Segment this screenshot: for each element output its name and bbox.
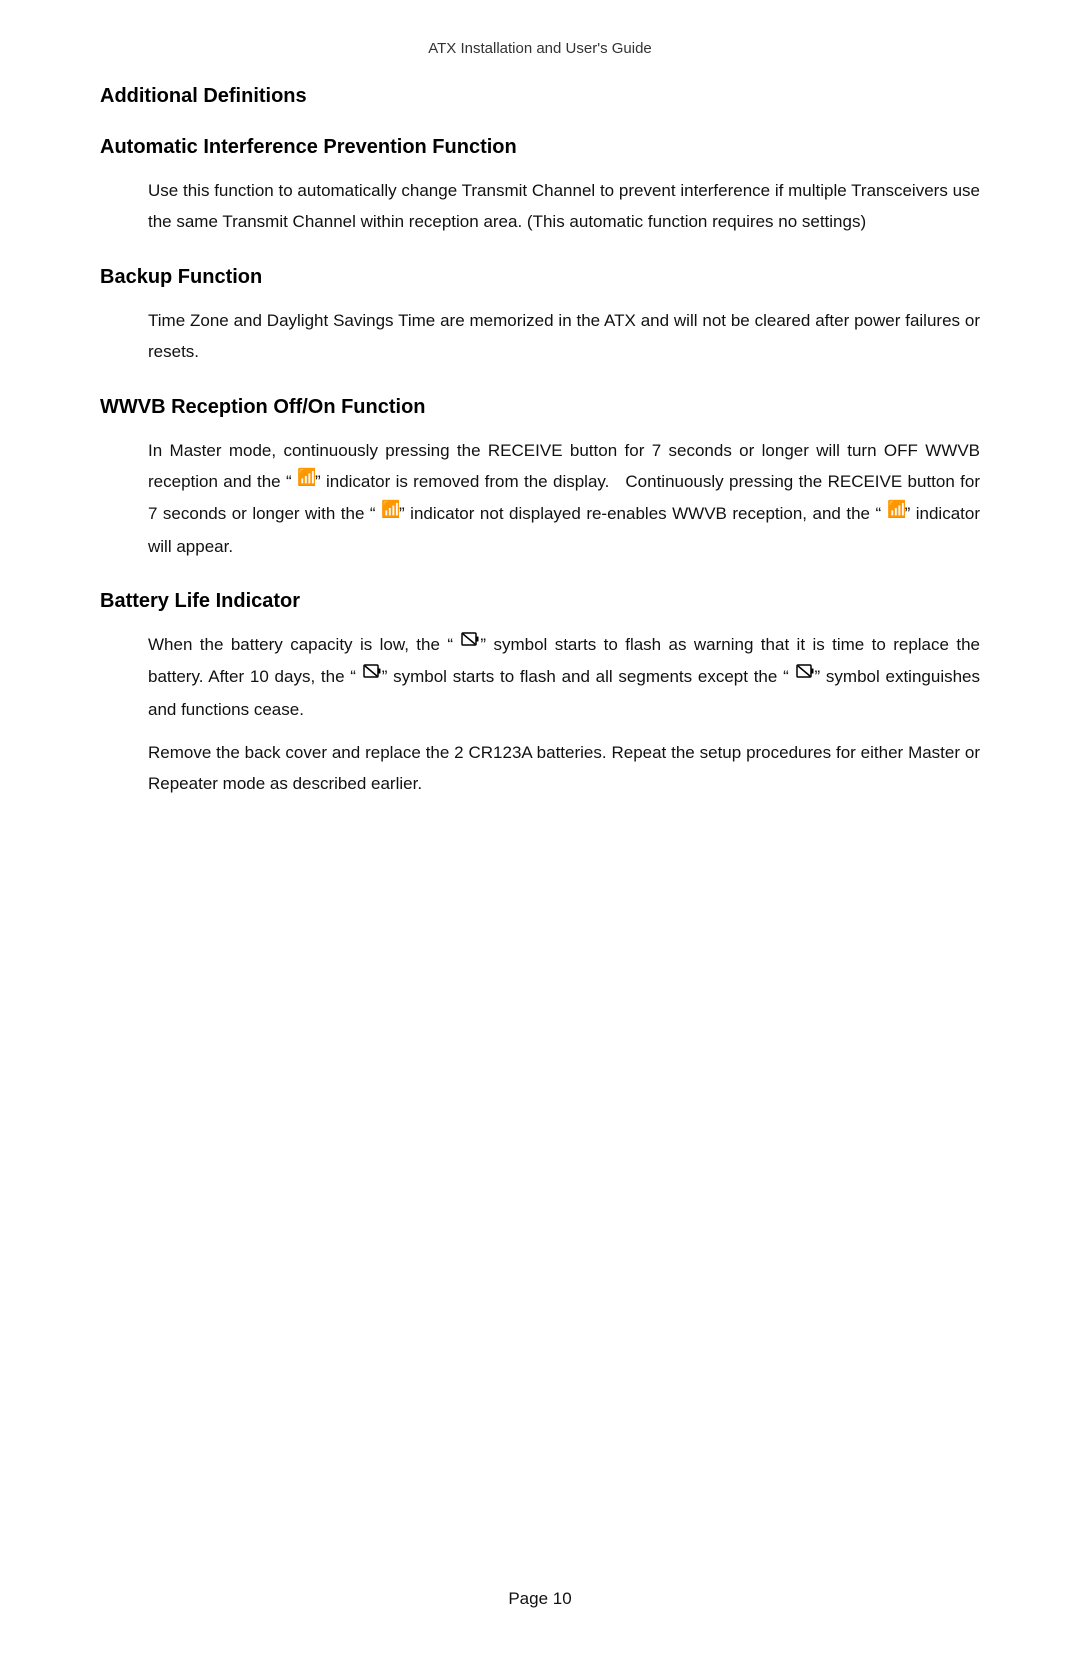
- section-battery-life: Battery Life Indicator When the battery …: [100, 590, 980, 800]
- section-backup-function: Backup Function Time Zone and Daylight S…: [100, 266, 980, 368]
- heading-battery-life: Battery Life Indicator: [100, 590, 980, 613]
- section-wwvb: WWVB Reception Off/On Function In Master…: [100, 396, 980, 562]
- heading-backup-function: Backup Function: [100, 266, 980, 289]
- svg-text:📶: 📶: [297, 467, 315, 486]
- section-additional-definitions: Additional Definitions: [100, 85, 980, 108]
- page-footer: Page 10: [0, 1589, 1080, 1609]
- battery-icon-3: [795, 660, 815, 691]
- body-battery-life-1: When the battery capacity is low, the “ …: [148, 629, 980, 725]
- svg-text:📶: 📶: [887, 499, 905, 518]
- signal-icon-2: 📶: [381, 497, 399, 528]
- page-header: ATX Installation and User's Guide: [100, 40, 980, 57]
- svg-text:📶: 📶: [381, 499, 399, 518]
- header-title: ATX Installation and User's Guide: [428, 40, 652, 57]
- heading-wwvb: WWVB Reception Off/On Function: [100, 396, 980, 419]
- body-backup-function: Time Zone and Daylight Savings Time are …: [148, 305, 980, 368]
- battery-icon-2: [362, 660, 382, 691]
- signal-icon-1: 📶: [297, 465, 315, 496]
- body-wwvb: In Master mode, continuously pressing th…: [148, 435, 980, 562]
- body-battery-life-2: Remove the back cover and replace the 2 …: [148, 737, 980, 800]
- heading-additional-definitions: Additional Definitions: [100, 85, 980, 108]
- page-number: Page 10: [508, 1589, 571, 1608]
- page-container: ATX Installation and User's Guide Additi…: [0, 0, 1080, 1669]
- signal-icon-3: 📶: [887, 497, 905, 528]
- heading-auto-interference: Automatic Interference Prevention Functi…: [100, 136, 980, 159]
- battery-icon-1: [460, 628, 480, 659]
- body-auto-interference: Use this function to automatically chang…: [148, 175, 980, 238]
- section-auto-interference: Automatic Interference Prevention Functi…: [100, 136, 980, 238]
